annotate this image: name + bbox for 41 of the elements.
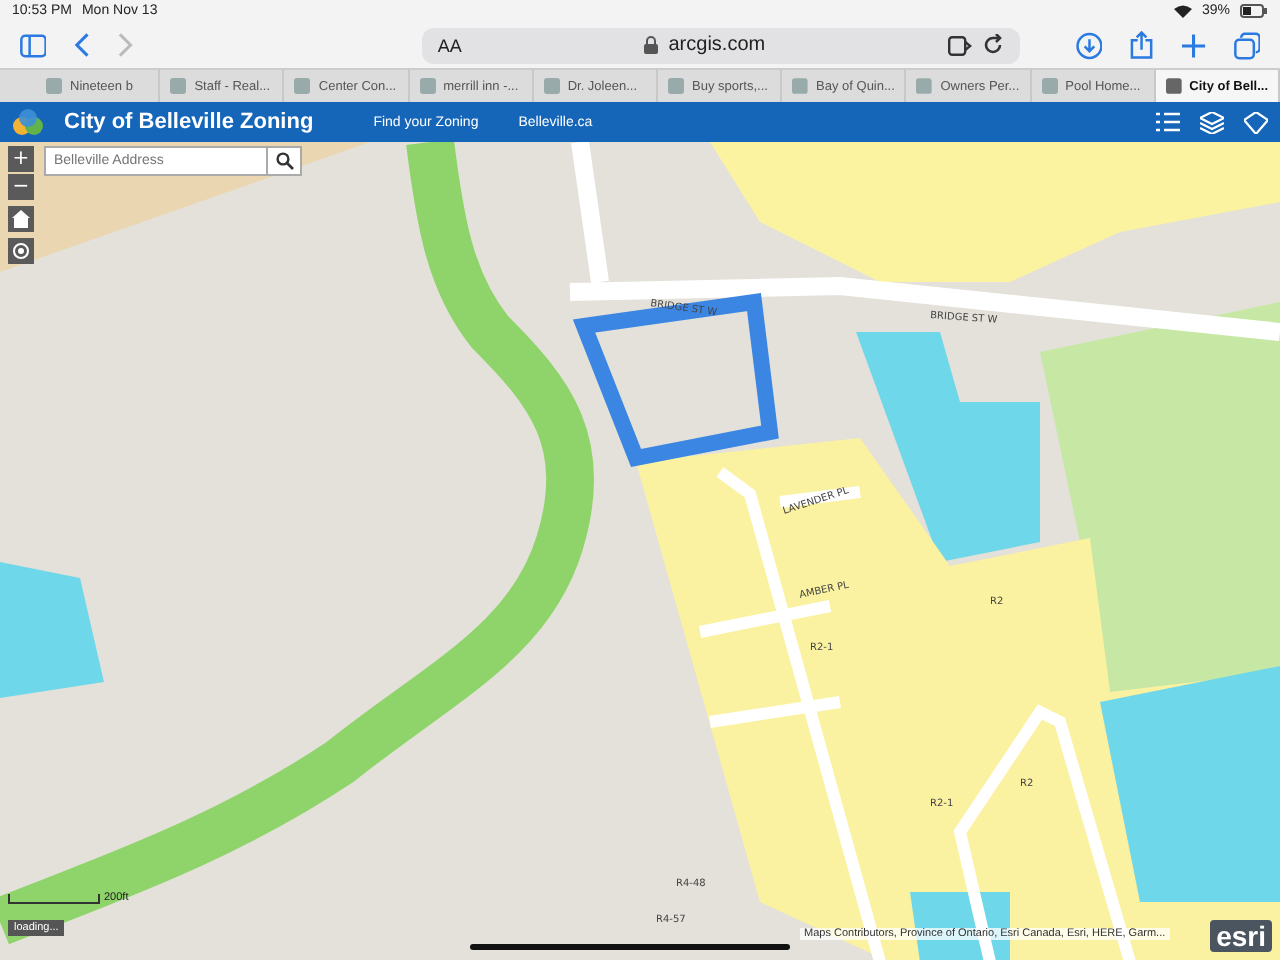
home-button[interactable] (8, 206, 34, 232)
favicon-icon (543, 78, 560, 94)
favicon-icon (46, 78, 62, 94)
sidebar-icon[interactable] (20, 33, 47, 57)
esri-logo: esri (1210, 920, 1272, 952)
wifi-icon (1173, 4, 1192, 18)
logo-icon (12, 108, 44, 136)
app-title: City of Belleville Zoning (64, 110, 314, 134)
favicon-icon (792, 78, 809, 94)
layers-icon[interactable] (1200, 111, 1224, 133)
tabs-icon[interactable] (1233, 31, 1260, 59)
search-icon (275, 152, 293, 170)
back-icon[interactable] (74, 32, 91, 58)
scale-bar (8, 894, 100, 904)
list-icon[interactable] (1156, 112, 1180, 132)
favicon-icon (1165, 78, 1182, 94)
locate-button[interactable] (8, 238, 34, 264)
basemap-icon[interactable] (1244, 111, 1268, 133)
favicon-icon (668, 78, 685, 94)
favicon-icon (916, 78, 933, 94)
favicon-icon (170, 78, 187, 94)
download-icon[interactable] (1075, 31, 1103, 59)
lock-icon (644, 36, 659, 54)
locate-icon (12, 242, 30, 260)
plus-icon[interactable] (1181, 33, 1206, 57)
address-text: arcgis.com (668, 34, 766, 56)
reload-icon[interactable] (981, 34, 1004, 56)
reader-icon[interactable] (947, 35, 972, 55)
search-button[interactable] (268, 146, 302, 176)
battery-icon (1240, 4, 1268, 18)
text-size-button[interactable]: AA (437, 35, 462, 55)
home-icon (12, 210, 30, 228)
share-icon[interactable] (1130, 30, 1154, 60)
zoom-out-button[interactable]: − (8, 174, 34, 200)
favicon-icon (1041, 78, 1058, 94)
address-bar[interactable]: AA arcgis.com (421, 27, 1020, 63)
zoom-in-button[interactable]: + (8, 146, 34, 172)
zone-area (0, 562, 104, 698)
forward-icon (118, 32, 134, 58)
favicon-icon (294, 78, 311, 94)
favicon-icon (419, 78, 436, 94)
